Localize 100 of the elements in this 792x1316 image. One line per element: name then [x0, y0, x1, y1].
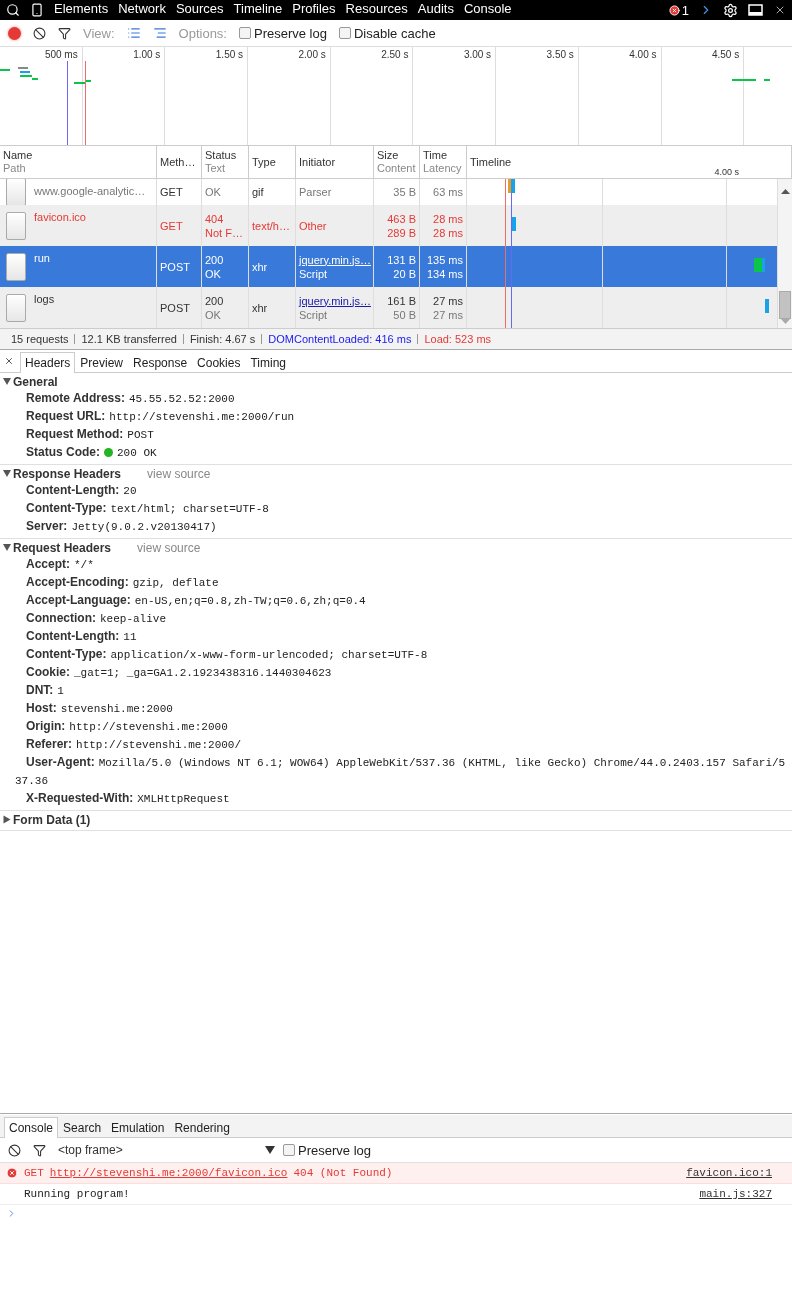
status-code: 404	[205, 211, 224, 226]
source-link[interactable]: favicon.ico:1	[686, 1167, 772, 1179]
header-line: Origin: http://stevenshi.me:2000	[25, 718, 229, 735]
clear-icon[interactable]	[33, 26, 46, 40]
status-text: OK	[205, 266, 221, 281]
message-text: Running program!	[24, 1188, 130, 1200]
section-title[interactable]: Response Headers	[13, 466, 122, 481]
panel-tab[interactable]: Resources	[345, 1, 408, 19]
checkbox[interactable]	[283, 1144, 295, 1156]
header-name: Status Code:	[26, 445, 100, 459]
type-cell: xhr	[252, 300, 268, 315]
scrollbar[interactable]	[777, 179, 792, 328]
panel-tab[interactable]: Elements	[54, 1, 109, 19]
details-tab[interactable]: Response	[128, 352, 193, 373]
details-tab[interactable]: Headers	[20, 352, 76, 373]
dropdown-caret-icon[interactable]	[265, 1146, 275, 1154]
scroll-up-icon[interactable]	[780, 189, 790, 194]
column-header[interactable]: Name	[3, 149, 153, 162]
type-cell: xhr	[252, 259, 268, 274]
disclosure-triangle-icon[interactable]	[3, 544, 11, 551]
drawer-tab[interactable]: Console	[4, 1117, 59, 1138]
device-mode-icon[interactable]	[30, 3, 44, 17]
content-size: 50 B	[393, 307, 416, 322]
drawer-tab[interactable]: Rendering	[169, 1117, 235, 1138]
header-line: Content-Type: application/x-www-form-urlencoded; charset=UTF-8	[25, 646, 429, 663]
list-view-icon[interactable]	[126, 26, 141, 40]
dock-icon[interactable]	[748, 3, 764, 17]
status-text: OK	[205, 307, 221, 322]
initiator-type: Script	[299, 307, 328, 322]
filter-icon[interactable]	[58, 26, 71, 40]
header-line: DNT: 1	[25, 682, 65, 699]
search-icon[interactable]	[6, 3, 20, 17]
column-header[interactable]: Size	[377, 149, 416, 162]
method-cell: GET	[160, 185, 183, 199]
size-cell: 131 B	[387, 252, 416, 267]
section-title[interactable]: Request Headers	[13, 540, 112, 555]
request-name: favicon.ico	[34, 210, 86, 224]
header-value: 200 OK	[117, 447, 157, 459]
clear-icon[interactable]	[8, 1143, 21, 1157]
column-header[interactable]: Status	[205, 149, 245, 162]
request-row[interactable]: run POST 200 OK xhr jquery.min.js… Script 131 B 20 B 135 ms 134 ms	[0, 246, 777, 287]
view-source-link[interactable]: view source	[137, 540, 201, 555]
column-header[interactable]: Timeline	[470, 155, 788, 169]
panel-tab[interactable]: Profiles	[292, 1, 336, 19]
waterfall-bar	[512, 217, 516, 231]
drawer-tab[interactable]: Emulation	[106, 1117, 170, 1138]
close-icon[interactable]	[774, 4, 786, 16]
time-cell: 28 ms	[433, 211, 463, 226]
checkbox[interactable]	[338, 27, 351, 39]
column-header[interactable]: Meth…	[160, 155, 198, 169]
drawer-tab[interactable]: Search	[58, 1117, 107, 1138]
column-subheader[interactable]: Latency	[423, 162, 463, 175]
source-link[interactable]: main.js:327	[699, 1188, 772, 1200]
context-select[interactable]: <top frame>	[58, 1143, 253, 1157]
section-title[interactable]: General	[13, 374, 58, 389]
panel-tab[interactable]: Console	[463, 1, 512, 19]
disclosure-triangle-icon[interactable]	[3, 378, 11, 385]
record-button[interactable]	[8, 26, 21, 40]
column-subheader[interactable]: Text	[205, 162, 245, 175]
panel-tab[interactable]: Audits	[417, 1, 454, 19]
details-tab[interactable]: Preview	[75, 352, 129, 373]
header-line: Remote Address: 45.55.52.52:2000	[25, 390, 236, 407]
request-name: logs	[34, 292, 55, 306]
time-tick: 4.00 s	[629, 49, 657, 60]
column-header[interactable]: Initiator	[299, 155, 370, 169]
column-header[interactable]: Time	[423, 149, 463, 162]
initiator-link[interactable]: jquery.min.js…	[299, 252, 371, 267]
section-title[interactable]: Form Data (1)	[13, 812, 91, 827]
header-line: Cookie: _gat=1; _ga=GA1.2.1923438316.1440304623	[25, 664, 333, 681]
checkbox-label: Preserve log	[254, 25, 327, 41]
settings-icon[interactable]	[723, 2, 738, 18]
request-url-link[interactable]: http://stevenshi.me:2000/favicon.ico	[49, 1167, 288, 1179]
waterfall-bar	[754, 258, 765, 272]
header-line: Accept: */*	[25, 556, 95, 573]
time-tick: 4.50 s	[711, 49, 740, 60]
method-cell: GET	[160, 218, 183, 233]
panel-tab[interactable]: Network	[118, 1, 166, 19]
details-tab[interactable]: Cookies	[192, 352, 246, 373]
waterfall-view-icon[interactable]	[152, 26, 167, 40]
request-row[interactable]: logs POST 200 OK xhr jquery.min.js… Script 161 B 50 B 27 ms 27 ms	[0, 287, 777, 328]
initiator-type: Other	[299, 218, 327, 233]
column-subheader[interactable]: Content	[377, 162, 416, 175]
panel-tab[interactable]: Timeline	[233, 1, 283, 19]
disclosure-triangle-icon[interactable]	[3, 815, 11, 824]
request-name: run	[34, 251, 50, 265]
filter-icon[interactable]	[33, 1143, 46, 1157]
column-subheader[interactable]: Path	[3, 162, 153, 175]
scrollbar-thumb[interactable]	[779, 291, 791, 319]
close-icon[interactable]	[4, 356, 14, 366]
view-source-link[interactable]: view source	[147, 466, 211, 481]
details-tab[interactable]: Timing	[245, 352, 291, 373]
checkbox[interactable]	[239, 27, 251, 39]
disclosure-triangle-icon[interactable]	[3, 470, 11, 477]
checkbox-label: Preserve log	[298, 1142, 371, 1158]
column-header[interactable]: Type	[252, 155, 292, 169]
panel-tab[interactable]: Sources	[175, 1, 224, 19]
time-cell: 27 ms	[433, 293, 463, 308]
header-line: Content-Length: 11	[25, 628, 138, 645]
initiator-link[interactable]: jquery.min.js…	[299, 293, 371, 308]
error-count[interactable]: 1	[668, 2, 689, 18]
